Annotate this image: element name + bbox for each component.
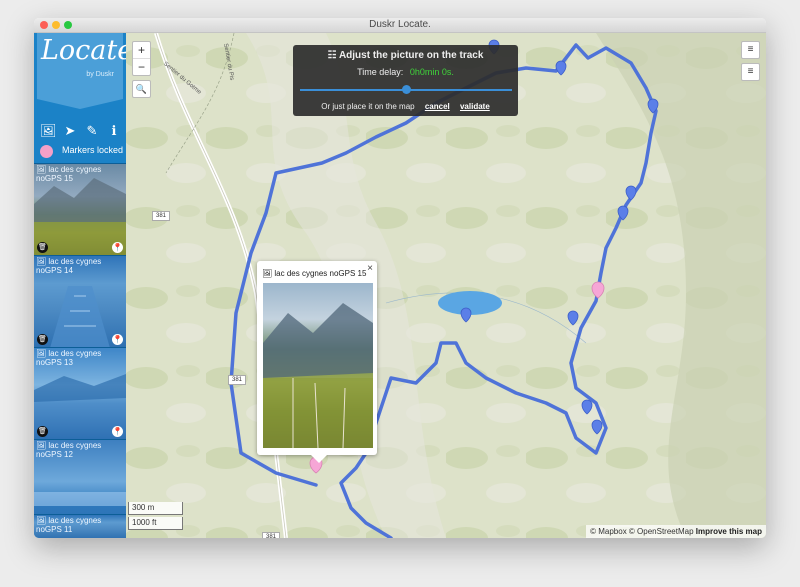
place-on-map-hint: Or just place it on the map xyxy=(321,102,415,111)
validate-button[interactable]: validate xyxy=(460,102,490,111)
time-delay-label: Time delay: xyxy=(357,67,404,77)
scale-metric: 300 m xyxy=(128,502,183,515)
navigation-icon[interactable]: ➤ xyxy=(62,123,78,139)
road-label: 381 xyxy=(262,532,280,538)
lock-label: Markers locked xyxy=(62,145,124,155)
popup-title: 🖼 lac des cygnes noGPS 15 xyxy=(262,269,367,278)
map-view[interactable]: 381 381 381 Sentier du Gotme Sentier du … xyxy=(126,33,766,538)
sidebar-toolbar: 🖼 ➤ ✎ ℹ xyxy=(34,123,126,139)
photo-item[interactable]: 🖼 lac des cygnes noGPS 11 xyxy=(34,514,126,538)
info-icon[interactable]: ℹ xyxy=(106,123,122,139)
adjust-picture-panel: ☷ Adjust the picture on the track Time d… xyxy=(293,45,518,116)
cancel-button[interactable]: cancel xyxy=(425,102,450,111)
app-logo: Locate. by Duskr xyxy=(37,33,126,109)
logo-notch xyxy=(37,99,123,109)
zoom-in-button[interactable]: + xyxy=(133,42,150,59)
close-icon[interactable]: × xyxy=(367,263,373,274)
search-icon[interactable]: 🔍 xyxy=(132,80,151,98)
scale-imperial: 1000 ft xyxy=(128,517,183,530)
attribution-osm-link[interactable]: © OpenStreetMap xyxy=(629,527,694,536)
map-attribution: © Mapbox © OpenStreetMap Improve this ma… xyxy=(586,525,766,538)
pencil-icon[interactable]: ✎ xyxy=(84,123,100,139)
layers-icon[interactable]: ≡ xyxy=(741,63,760,81)
delete-photo-button[interactable]: 🗑 xyxy=(37,334,48,345)
delete-photo-button[interactable]: 🗑 xyxy=(37,426,48,437)
app-window: Duskr Locate. Locate. by Duskr 🖼 ➤ ✎ ℹ M… xyxy=(34,18,766,538)
logo-text: Locate. xyxy=(41,35,126,66)
sidebar: Locate. by Duskr 🖼 ➤ ✎ ℹ Markers locked … xyxy=(34,33,126,538)
layers-icon[interactable]: ≡ xyxy=(741,41,760,59)
attribution-mapbox-link[interactable]: © Mapbox xyxy=(590,527,627,536)
lock-toggle-dot[interactable] xyxy=(40,145,53,158)
window-title: Duskr Locate. xyxy=(369,19,431,30)
zoom-control: + − xyxy=(132,41,151,76)
locate-photo-button[interactable]: 📍 xyxy=(112,242,123,253)
popup-photo xyxy=(263,283,373,448)
adjust-panel-footer: Or just place it on the map cancel valid… xyxy=(293,102,518,111)
title-bar: Duskr Locate. xyxy=(34,18,766,33)
photo-popup: 🖼 lac des cygnes noGPS 15 × xyxy=(257,261,377,463)
delete-photo-button[interactable]: 🗑 xyxy=(37,242,48,253)
logo-by-text: by Duskr xyxy=(86,71,114,78)
image-icon[interactable]: 🖼 xyxy=(40,123,57,139)
photo-item[interactable]: 🖼 lac des cygnes noGPS 15 🗑 📍 xyxy=(34,163,126,256)
zoom-out-button[interactable]: − xyxy=(133,59,150,75)
photo-item[interactable]: 🖼 lac des cygnes noGPS 13 🗑 📍 xyxy=(34,347,126,440)
road-label: 381 xyxy=(152,211,170,221)
time-delay-row: Time delay: 0h0min 0s. xyxy=(293,67,518,77)
time-delay-value: 0h0min 0s. xyxy=(409,67,454,77)
time-delay-slider-handle[interactable] xyxy=(401,85,411,94)
photo-caption: 🖼 lac des cygnes noGPS 11 xyxy=(36,516,102,534)
improve-map-link[interactable]: Improve this map xyxy=(696,527,762,536)
adjust-panel-heading: ☷ Adjust the picture on the track xyxy=(327,50,484,61)
photo-item[interactable]: 🖼 lac des cygnes noGPS 14 🗑 📍 xyxy=(34,255,126,348)
locate-photo-button[interactable]: 📍 xyxy=(112,426,123,437)
road-label: 381 xyxy=(228,375,246,385)
popup-photo-art xyxy=(263,303,373,448)
locate-photo-button[interactable]: 📍 xyxy=(112,334,123,345)
